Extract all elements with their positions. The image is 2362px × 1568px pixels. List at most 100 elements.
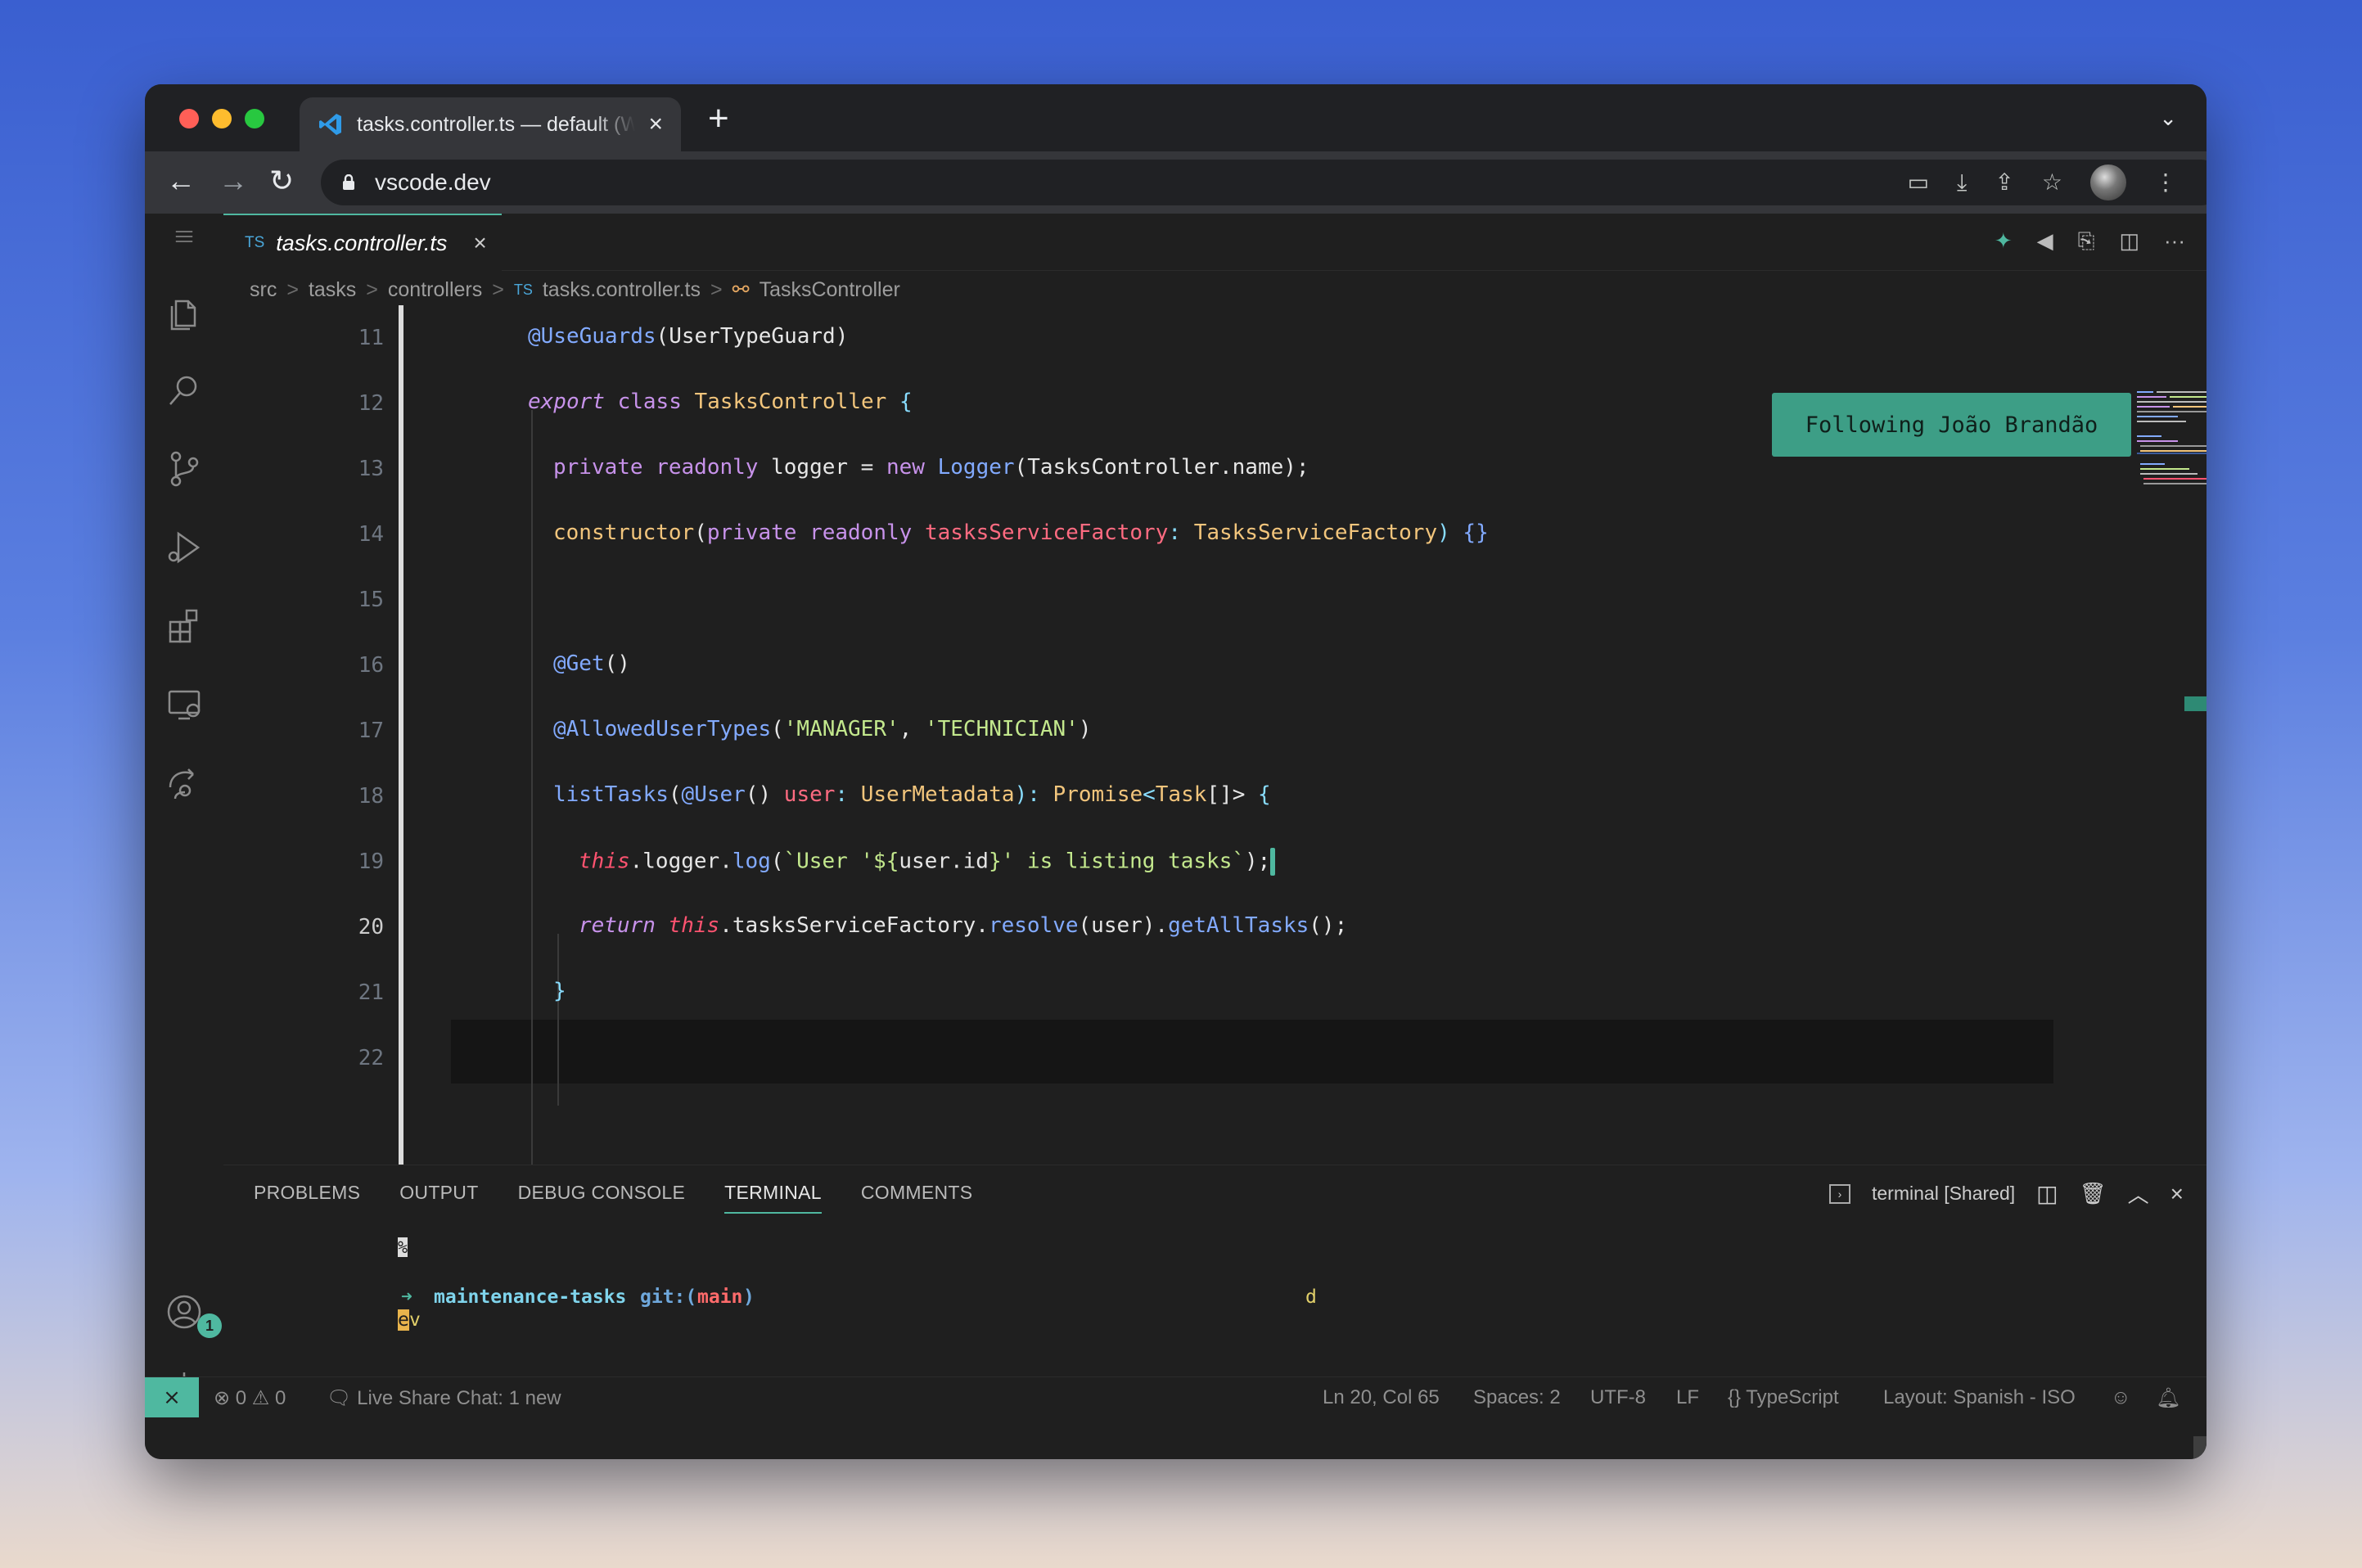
browser-tab[interactable]: tasks.controller.ts — default (Workspace… [300,97,681,151]
language-label: TypeScript [1746,1386,1839,1408]
browser-tab-title: tasks.controller.ts — default (Workspace… [357,112,636,136]
close-window-button[interactable] [179,109,199,128]
terminal-scrollbar[interactable] [2193,1436,2206,1459]
install-icon[interactable]: ⤓ [1957,164,1967,201]
accounts-icon[interactable]: 1 [161,1289,222,1338]
panel-tabs: PROBLEMS OUTPUT DEBUG CONSOLE TERMINAL C… [223,1165,972,1219]
keyboard-layout[interactable]: Layout: Spanish - ISO [1883,1386,2076,1409]
terminal-input: v [409,1309,421,1331]
maximize-window-button[interactable] [245,109,264,128]
more-actions-icon[interactable]: ··· [2164,228,2185,255]
code-text-12: export class TasksController { [528,390,913,414]
menu-icon[interactable] [161,220,207,253]
reload-button[interactable]: ↻ [269,166,294,196]
tab-debug-console[interactable]: DEBUG CONSOLE [518,1182,686,1204]
tab-search-chevron-icon[interactable]: ⌄ [2159,106,2177,131]
remote-indicator[interactable]: ⨯ [145,1377,199,1417]
breadcrumb-item[interactable]: TasksController [760,278,900,302]
feedback-icon[interactable]: ☺ [2111,1386,2131,1409]
typescript-file-icon: TS [513,281,533,298]
breadcrumb-item[interactable]: tasks.controller.ts [543,278,701,302]
following-participant-banner[interactable]: Following João Brandão [1772,393,2131,457]
indentation[interactable]: Spaces: 2 [1473,1386,1561,1409]
editor-tab-label: tasks.controller.ts [276,230,448,255]
kill-terminal-icon[interactable]: 🗑︎ [2080,1181,2107,1206]
breadcrumb-separator: > [286,277,299,301]
explorer-icon[interactable] [161,289,207,335]
browser-menu-icon[interactable]: ⋮ [2154,164,2177,201]
breadcrumb-separator: > [710,277,723,301]
notifications-bell-icon[interactable]: 🔔︎ [2156,1386,2180,1410]
problems-indicator[interactable]: ⊗ 0 ⚠ 0 [214,1386,286,1410]
accounts-badge: 1 [197,1313,222,1338]
terminal-cursor: e [398,1309,409,1331]
minimize-window-button[interactable] [212,109,232,128]
activity-bar: 1 [145,214,223,1419]
tab-output[interactable]: OUTPUT [399,1182,478,1204]
line-number: 21 [358,980,384,1005]
tab-problems[interactable]: PROBLEMS [254,1182,360,1204]
line-number: 12 [358,391,384,416]
error-count: 0 [235,1387,247,1409]
lock-icon [343,174,354,190]
close-panel-icon[interactable]: × [2170,1181,2184,1207]
tab-comments[interactable]: COMMENTS [861,1182,973,1204]
line-number: 11 [358,326,384,350]
forward-button[interactable]: → [219,166,248,196]
search-icon[interactable] [161,367,207,413]
share-icon[interactable]: ⇪ [1995,164,2013,201]
clipboard-icon[interactable]: ▭ [1908,164,1929,201]
encoding[interactable]: UTF-8 [1590,1386,1646,1409]
broadcast-icon[interactable]: ◀ [2037,228,2053,255]
line-number: 14 [358,522,384,547]
prompt-git: git:( [640,1286,697,1308]
line-number: 18 [358,784,384,809]
close-editor-icon[interactable]: × [473,230,486,256]
typescript-file-icon: TS [245,234,265,251]
line-number: 19 [358,849,384,874]
prompt-git-close: ) [743,1286,755,1308]
profile-avatar[interactable] [2090,164,2126,201]
prompt-branch: main [697,1286,743,1308]
scrollbar-marker [2184,696,2206,711]
terminal-selector[interactable]: terminal [Shared] [1872,1183,2015,1205]
tab-terminal[interactable]: TERMINAL [724,1182,822,1214]
bookmark-star-icon[interactable]: ☆ [2042,164,2062,201]
maximize-panel-icon[interactable]: ︿ [2128,1178,2149,1209]
code-line-17: 17 [223,698,2125,764]
editor-tab-tasks-controller[interactable]: TS tasks.controller.ts × [223,214,502,271]
line-number: 20 [358,915,384,939]
browser-window: tasks.controller.ts — default (Workspace… [145,84,2206,1459]
split-editor-icon[interactable]: ◫ [2119,228,2139,255]
end-of-line[interactable]: LF [1676,1386,1699,1409]
toolbar-actions: ▭ ⤓ ⇪ ☆ ⋮ [1908,164,2177,201]
new-tab-button[interactable]: + [708,101,729,137]
code-text-14: constructor(private readonly tasksServic… [553,520,1489,545]
live-share-icon[interactable] [161,760,207,806]
breadcrumb-item[interactable]: controllers [388,278,482,302]
remote-explorer-icon[interactable] [161,682,207,728]
split-terminal-icon[interactable]: ◫ [2036,1180,2058,1207]
live-share-follow-icon[interactable]: ⎘ [2078,228,2095,255]
live-share-chat-label: Live Share Chat: 1 new [357,1387,561,1409]
cursor-position[interactable]: Ln 20, Col 65 [1323,1386,1440,1409]
language-mode[interactable]: {} TypeScript [1728,1386,1839,1409]
editor-actions: ✦ ◀ ⎘ ◫ ··· [1995,228,2185,255]
warning-count: 0 [275,1387,286,1409]
code-line-15: 15 [223,567,2125,633]
breadcrumb-item[interactable]: src [250,278,277,302]
minimap[interactable] [2137,390,2206,496]
code-text-20: return this.tasksServiceFactory.resolve(… [579,913,1348,938]
back-button[interactable]: ← [166,166,196,196]
bottom-panel: PROBLEMS OUTPUT DEBUG CONSOLE TERMINAL C… [223,1165,2206,1413]
pin-icon[interactable]: ✦ [1995,228,2013,255]
breadcrumb-item[interactable]: tasks [309,278,356,302]
url-text: vscode.dev [375,169,491,195]
code-line-11: 11 [223,305,2125,371]
line-number: 13 [358,457,384,481]
extensions-icon[interactable] [161,603,207,649]
close-tab-icon[interactable]: × [648,110,663,138]
run-debug-icon[interactable] [161,525,207,570]
live-share-chat[interactable]: 🗨︎ Live Share Chat: 1 new [327,1386,561,1410]
source-control-icon[interactable] [161,446,207,492]
